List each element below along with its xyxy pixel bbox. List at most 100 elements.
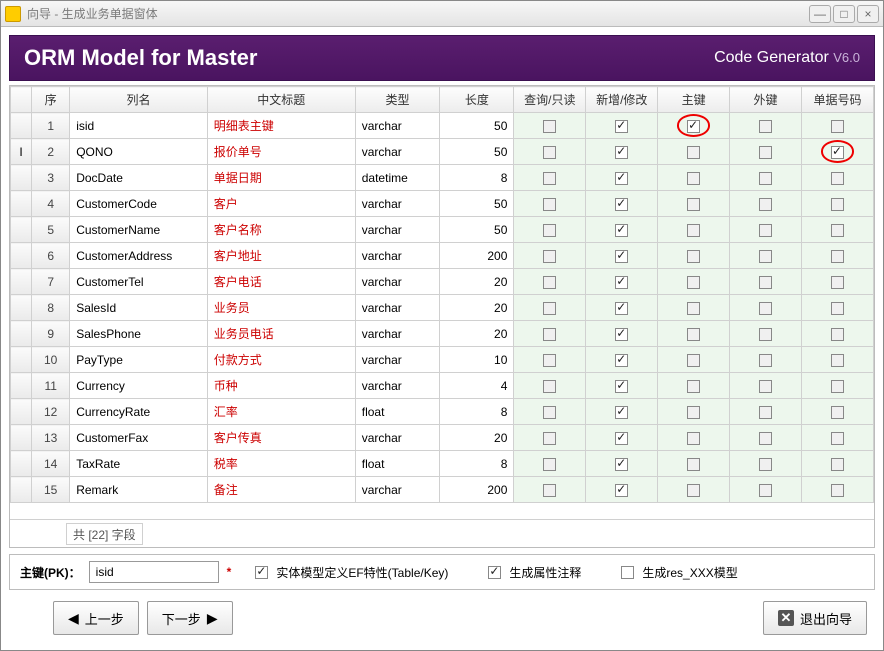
grid-checkbox[interactable] xyxy=(759,484,772,497)
cell-len[interactable]: 8 xyxy=(440,165,514,191)
grid-checkbox[interactable] xyxy=(543,172,556,185)
cell-query[interactable] xyxy=(514,113,586,139)
grid-checkbox[interactable] xyxy=(543,484,556,497)
grid-checkbox[interactable] xyxy=(831,250,844,263)
cell-pk[interactable] xyxy=(658,269,730,295)
cell-cn[interactable]: 备注 xyxy=(207,477,355,503)
cell-pk[interactable] xyxy=(658,113,730,139)
grid-checkbox[interactable] xyxy=(615,432,628,445)
grid-checkbox[interactable] xyxy=(687,354,700,367)
col-len[interactable]: 长度 xyxy=(440,87,514,113)
cell-type[interactable]: varchar xyxy=(355,321,440,347)
cell-query[interactable] xyxy=(514,373,586,399)
grid-checkbox[interactable] xyxy=(615,198,628,211)
cell-cn[interactable]: 单据日期 xyxy=(207,165,355,191)
grid-checkbox[interactable] xyxy=(615,172,628,185)
cell-len[interactable]: 20 xyxy=(440,269,514,295)
cell-fk[interactable] xyxy=(730,321,802,347)
cell-insert[interactable] xyxy=(586,139,658,165)
cell-docno[interactable] xyxy=(802,347,874,373)
pk-input[interactable] xyxy=(89,561,219,583)
grid-checkbox[interactable] xyxy=(543,406,556,419)
cell-query[interactable] xyxy=(514,243,586,269)
cell-len[interactable]: 200 xyxy=(440,477,514,503)
grid-checkbox[interactable] xyxy=(615,354,628,367)
cell-fk[interactable] xyxy=(730,217,802,243)
cell-cn[interactable]: 税率 xyxy=(207,451,355,477)
grid-checkbox[interactable] xyxy=(831,432,844,445)
grid-checkbox[interactable] xyxy=(615,302,628,315)
cell-cn[interactable]: 业务员 xyxy=(207,295,355,321)
cell-query[interactable] xyxy=(514,139,586,165)
grid-checkbox[interactable] xyxy=(759,380,772,393)
cell-type[interactable]: varchar xyxy=(355,191,440,217)
cell-query[interactable] xyxy=(514,191,586,217)
opt-prop-comment-checkbox[interactable] xyxy=(488,566,501,579)
cell-len[interactable]: 20 xyxy=(440,321,514,347)
cell-type[interactable]: float xyxy=(355,399,440,425)
cell-docno[interactable] xyxy=(802,373,874,399)
cell-docno[interactable] xyxy=(802,451,874,477)
cell-fk[interactable] xyxy=(730,477,802,503)
grid-checkbox[interactable] xyxy=(831,302,844,315)
grid-checkbox[interactable] xyxy=(615,146,628,159)
grid-checkbox[interactable] xyxy=(543,380,556,393)
col-query[interactable]: 查询/只读 xyxy=(514,87,586,113)
cell-insert[interactable] xyxy=(586,191,658,217)
cell-docno[interactable] xyxy=(802,269,874,295)
grid-checkbox[interactable] xyxy=(687,302,700,315)
grid-checkbox[interactable] xyxy=(543,354,556,367)
grid-checkbox[interactable] xyxy=(687,328,700,341)
cell-docno[interactable] xyxy=(802,165,874,191)
cell-docno[interactable] xyxy=(802,425,874,451)
cell-query[interactable] xyxy=(514,451,586,477)
grid-checkbox[interactable] xyxy=(831,172,844,185)
table-row[interactable]: I2QONO报价单号varchar50 xyxy=(11,139,874,165)
grid-checkbox[interactable] xyxy=(687,276,700,289)
grid-checkbox[interactable] xyxy=(759,276,772,289)
cell-docno[interactable] xyxy=(802,139,874,165)
grid-checkbox[interactable] xyxy=(759,302,772,315)
grid-checkbox[interactable] xyxy=(831,328,844,341)
cell-name[interactable]: DocDate xyxy=(70,165,207,191)
grid-checkbox[interactable] xyxy=(759,354,772,367)
close-button[interactable]: × xyxy=(857,5,879,23)
cell-len[interactable]: 200 xyxy=(440,243,514,269)
col-insert[interactable]: 新增/修改 xyxy=(586,87,658,113)
cell-fk[interactable] xyxy=(730,347,802,373)
grid-checkbox[interactable] xyxy=(759,172,772,185)
grid-checkbox[interactable] xyxy=(615,458,628,471)
grid-checkbox[interactable] xyxy=(615,224,628,237)
cell-docno[interactable] xyxy=(802,217,874,243)
cell-len[interactable]: 50 xyxy=(440,191,514,217)
cell-pk[interactable] xyxy=(658,477,730,503)
grid-checkbox[interactable] xyxy=(759,146,772,159)
cell-query[interactable] xyxy=(514,165,586,191)
grid-checkbox[interactable] xyxy=(759,198,772,211)
grid-checkbox[interactable] xyxy=(759,432,772,445)
grid-checkbox[interactable] xyxy=(831,406,844,419)
cell-fk[interactable] xyxy=(730,165,802,191)
cell-insert[interactable] xyxy=(586,347,658,373)
table-row[interactable]: 1isid明细表主键varchar50 xyxy=(11,113,874,139)
col-pk[interactable]: 主键 xyxy=(658,87,730,113)
cell-name[interactable]: SalesId xyxy=(70,295,207,321)
grid-checkbox[interactable] xyxy=(831,276,844,289)
cell-name[interactable]: CustomerFax xyxy=(70,425,207,451)
cell-name[interactable]: CustomerTel xyxy=(70,269,207,295)
grid-checkbox[interactable] xyxy=(831,198,844,211)
cell-cn[interactable]: 明细表主键 xyxy=(207,113,355,139)
cell-insert[interactable] xyxy=(586,321,658,347)
cell-type[interactable]: varchar xyxy=(355,217,440,243)
cell-pk[interactable] xyxy=(658,373,730,399)
grid-checkbox[interactable] xyxy=(831,146,844,159)
cell-pk[interactable] xyxy=(658,243,730,269)
cell-fk[interactable] xyxy=(730,139,802,165)
grid-checkbox[interactable] xyxy=(615,406,628,419)
cell-docno[interactable] xyxy=(802,321,874,347)
cell-docno[interactable] xyxy=(802,477,874,503)
cell-cn[interactable]: 汇率 xyxy=(207,399,355,425)
cell-len[interactable]: 8 xyxy=(440,451,514,477)
cell-fk[interactable] xyxy=(730,451,802,477)
cell-type[interactable]: varchar xyxy=(355,243,440,269)
